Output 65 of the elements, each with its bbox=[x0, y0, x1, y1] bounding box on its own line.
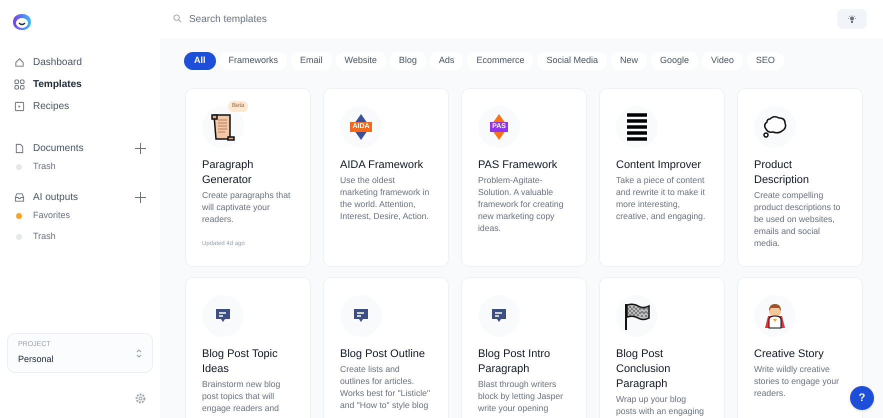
card-title: Blog Post Intro Paragraph bbox=[478, 347, 552, 377]
card-description: Create paragraphs that will captivate your readers. bbox=[202, 189, 292, 225]
card-title: Creative Story bbox=[754, 347, 825, 362]
filter-chip[interactable]: Video bbox=[702, 52, 743, 70]
search-field[interactable]: Search templates bbox=[160, 0, 837, 38]
card-title: Blog Post Conclusion Paragraph bbox=[616, 347, 672, 392]
template-card[interactable]: Blog Post Topic Ideas Brainstorm new blog post topics that will engage readers and bbox=[185, 277, 311, 418]
theme-toggle-button[interactable] bbox=[837, 9, 867, 29]
add-icon[interactable] bbox=[135, 192, 146, 202]
filter-chip[interactable]: Social Media bbox=[537, 52, 607, 70]
sidebar-item[interactable]: Trash bbox=[14, 157, 146, 177]
sidebar-item[interactable]: Trash bbox=[14, 227, 146, 247]
template-card[interactable]: Content Improver Take a piece of content and rewrite it to make it more interesting, creative, and engaging. bbox=[599, 88, 725, 267]
logo-icon bbox=[11, 12, 33, 32]
project-name: Personal bbox=[18, 352, 54, 366]
filter-chip[interactable]: Ads bbox=[430, 52, 464, 70]
chevron-up-down-icon bbox=[136, 348, 142, 358]
nav-item[interactable]: Dashboard bbox=[14, 54, 146, 70]
menu-icon bbox=[627, 112, 647, 142]
checkered-flag-icon bbox=[623, 302, 651, 330]
nav-item[interactable]: Recipes bbox=[14, 98, 146, 114]
card-description: Brainstorm new blog post topics that will engage readers and bbox=[202, 378, 282, 414]
add-icon[interactable] bbox=[135, 142, 146, 154]
document-icon bbox=[14, 142, 25, 154]
card-title: PAS Framework bbox=[478, 158, 558, 173]
card-title: Content Improver bbox=[616, 158, 702, 173]
nav-item[interactable]: Templates bbox=[14, 76, 146, 92]
card-title: Product Description bbox=[754, 158, 810, 188]
card-description: Create compelling product descriptions to be used on websites, emails and social media. bbox=[754, 189, 842, 249]
grid-icon bbox=[14, 78, 25, 90]
card-title: Paragraph Generator bbox=[202, 158, 254, 188]
card-title: AIDA Framework bbox=[340, 158, 424, 173]
card-title: Blog Post Topic Ideas bbox=[202, 347, 279, 377]
filter-chip[interactable]: New bbox=[610, 52, 647, 70]
thought-bubble-icon bbox=[762, 115, 788, 139]
section-title[interactable]: AI outputs bbox=[33, 190, 78, 204]
template-card[interactable]: Blog Post Intro Paragraph Blast through writers block by letting Jasper write your opening bbox=[461, 277, 587, 418]
filter-chip[interactable]: All bbox=[184, 52, 216, 70]
card-description: Write wildly creative stories to engage your readers. bbox=[754, 363, 840, 399]
settings-icon[interactable] bbox=[135, 393, 146, 404]
help-button[interactable]: ? bbox=[850, 386, 874, 410]
filter-chip[interactable]: Website bbox=[336, 52, 386, 70]
section-title[interactable]: Documents bbox=[33, 140, 84, 156]
play-square-icon bbox=[14, 100, 25, 112]
card-description: Take a piece of content and rewrite it to make it more interesting, creative, and engaging. bbox=[616, 174, 706, 222]
card-title: Blog Post Outline bbox=[340, 347, 426, 362]
sidebar-item[interactable]: Favorites bbox=[14, 206, 146, 226]
filter-chip[interactable]: Google bbox=[651, 52, 698, 70]
card-description: Create lists and outlines for articles. Works best for "Listicle" and "How to" style blog bbox=[340, 363, 430, 411]
card-description: Blast through writers block by letting Jasper write your opening bbox=[478, 378, 564, 414]
filter-chip[interactable]: Blog bbox=[390, 52, 426, 70]
card-description: Problem-Agitate-Solution. A valuable framework for creating new marketing copy ideas. bbox=[478, 174, 564, 234]
template-card[interactable]: Blog Post Conclusion Paragraph Wrap up your blog posts with an engaging bbox=[599, 277, 725, 418]
card-description: Use the oldest marketing framework in the world. Attention, Interest, Desire, Action. bbox=[340, 174, 430, 222]
filter-chip[interactable]: SEO bbox=[746, 52, 784, 70]
home-icon bbox=[14, 56, 25, 68]
lightbulb-icon bbox=[848, 14, 856, 24]
card-description: Wrap up your blog posts with an engaging bbox=[616, 393, 705, 417]
template-card[interactable]: Product Description Create compelling product descriptions to be used on websites, emails and social media. bbox=[737, 88, 863, 267]
inbox-icon bbox=[14, 192, 25, 202]
scroll-icon bbox=[210, 112, 236, 142]
template-card[interactable]: Blog Post Outline Create lists and outlines for articles. Works best for "Listicle" and "How to" style blog bbox=[323, 277, 449, 418]
filter-chip[interactable]: Ecommerce bbox=[467, 52, 534, 70]
filter-chip[interactable]: Frameworks bbox=[220, 52, 288, 70]
filter-chip[interactable]: Email bbox=[291, 52, 332, 70]
